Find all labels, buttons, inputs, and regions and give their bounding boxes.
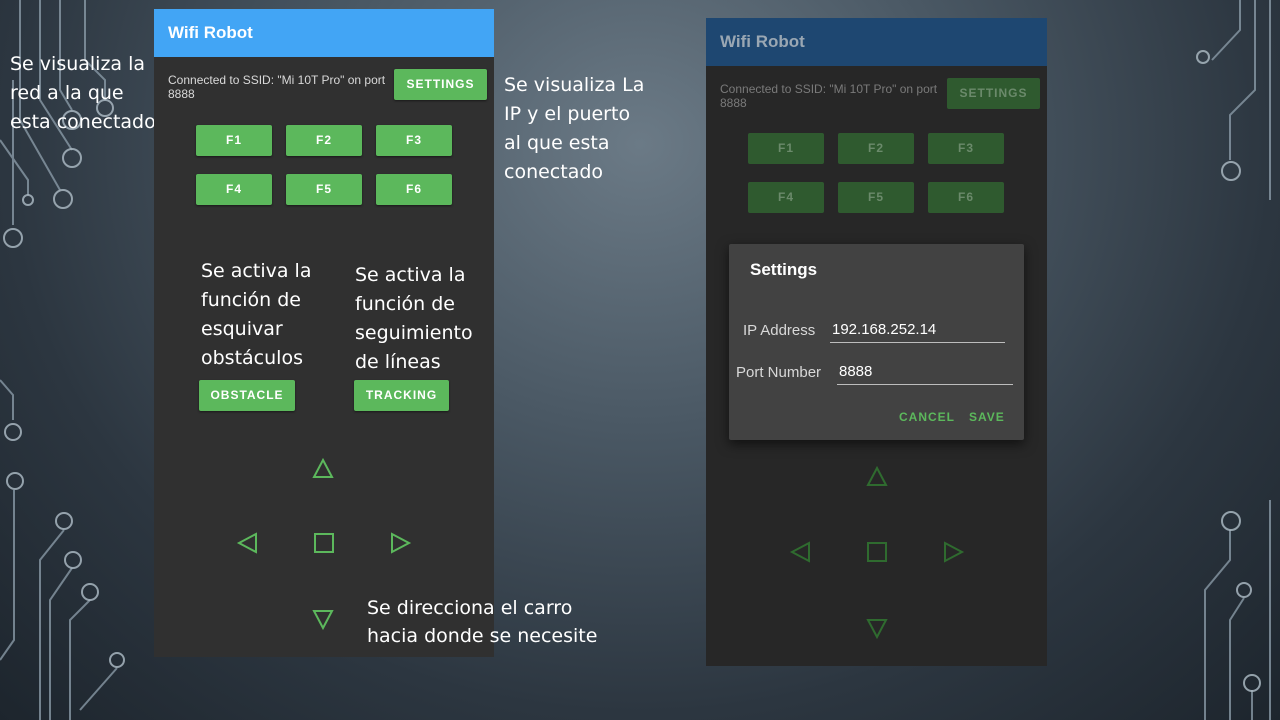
app-screen-main: Wifi Robot Connected to SSID: "Mi 10T Pr…: [154, 9, 494, 657]
left-arrow-icon[interactable]: [789, 540, 813, 564]
dialog-title: Settings: [750, 260, 818, 279]
f3-button[interactable]: F3: [376, 125, 452, 156]
save-button[interactable]: SAVE: [969, 410, 1005, 424]
settings-button[interactable]: SETTINGS: [394, 69, 487, 100]
annotation-ip-port: Se visualiza La IP y el puerto al que es…: [504, 74, 645, 183]
f6-button[interactable]: F6: [928, 182, 1004, 213]
f4-button[interactable]: F4: [748, 182, 824, 213]
cancel-button[interactable]: CANCEL: [899, 410, 955, 424]
up-arrow-icon[interactable]: [311, 457, 335, 481]
ip-address-label: IP Address: [743, 322, 816, 339]
right-arrow-icon[interactable]: [388, 531, 412, 555]
left-arrow-icon[interactable]: [236, 531, 260, 555]
right-arrow-icon[interactable]: [941, 540, 965, 564]
ip-address-input[interactable]: 192.168.252.14: [830, 320, 1005, 343]
port-number-label: Port Number: [736, 364, 822, 381]
f2-button[interactable]: F2: [286, 125, 362, 156]
connection-status: Connected to SSID: "Mi 10T Pro" on port …: [720, 82, 938, 110]
port-number-input[interactable]: 8888: [837, 362, 1013, 385]
f5-button[interactable]: F5: [838, 182, 914, 213]
f1-button[interactable]: F1: [748, 133, 824, 164]
tracking-button[interactable]: TRACKING: [354, 380, 449, 411]
obstacle-button[interactable]: OBSTACLE: [199, 380, 295, 411]
app-title: Wifi Robot: [706, 18, 1047, 66]
up-arrow-icon[interactable]: [865, 465, 889, 489]
f4-button[interactable]: F4: [196, 174, 272, 205]
connection-status: Connected to SSID: "Mi 10T Pro" on port …: [168, 73, 386, 101]
f6-button[interactable]: F6: [376, 174, 452, 205]
settings-button[interactable]: SETTINGS: [947, 78, 1040, 109]
app-screen-settings: Wifi Robot Connected to SSID: "Mi 10T Pr…: [706, 18, 1047, 666]
down-arrow-icon[interactable]: [865, 616, 889, 640]
annotation-tracking: Se activa la función de seguimiento de l…: [355, 264, 473, 373]
f2-button[interactable]: F2: [838, 133, 914, 164]
app-title: Wifi Robot: [154, 9, 494, 57]
annotation-network: Se visualiza la red a la que esta conect…: [10, 53, 156, 133]
stop-icon[interactable]: [312, 531, 336, 555]
annotation-direction: Se direcciona el carro hacia donde se ne…: [367, 597, 598, 647]
stop-icon[interactable]: [865, 540, 889, 564]
f1-button[interactable]: F1: [196, 125, 272, 156]
settings-dialog: Settings IP Address 192.168.252.14 Port …: [729, 244, 1024, 440]
down-arrow-icon[interactable]: [311, 607, 335, 631]
f3-button[interactable]: F3: [928, 133, 1004, 164]
f5-button[interactable]: F5: [286, 174, 362, 205]
annotation-obstacle: Se activa la función de esquivar obstácu…: [201, 260, 312, 369]
